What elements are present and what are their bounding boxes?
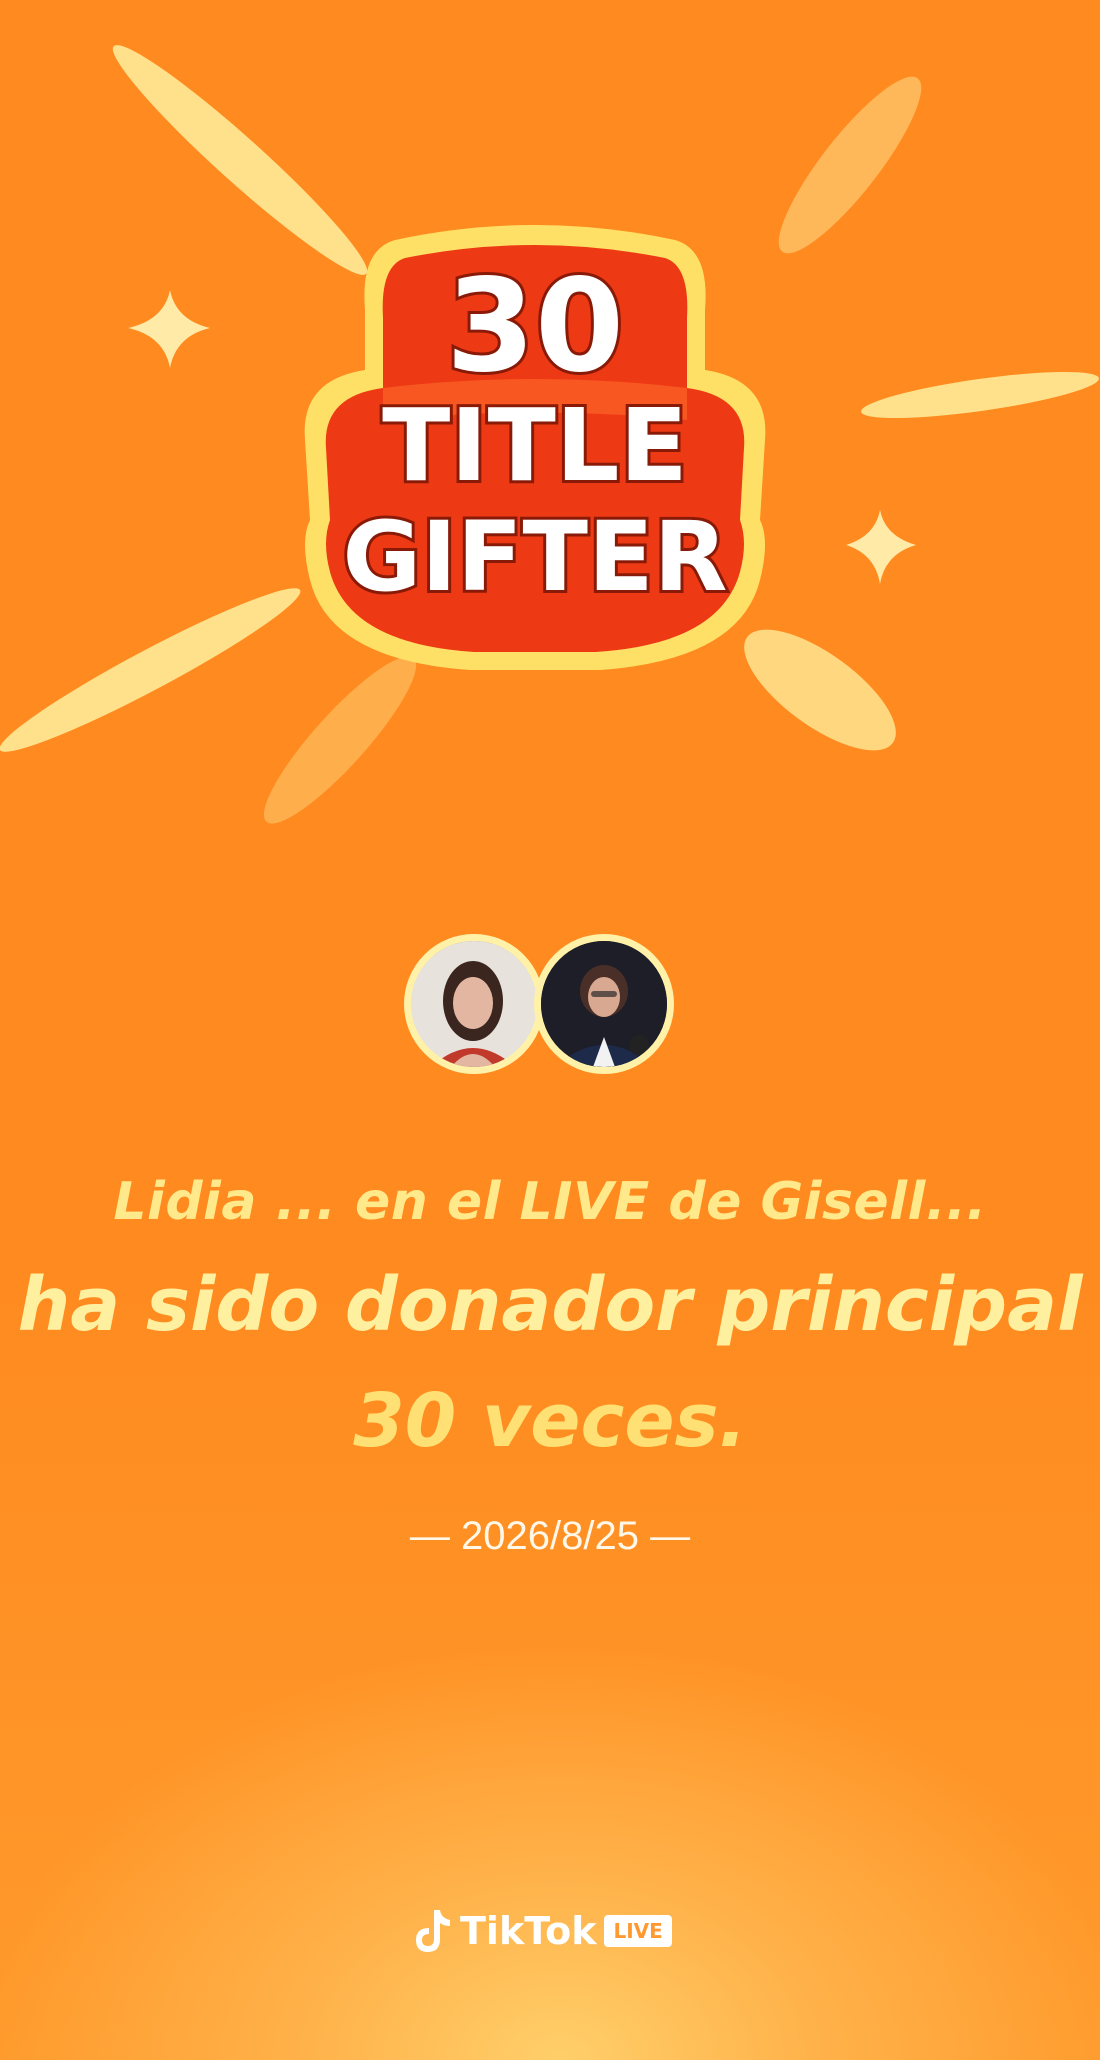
host-avatar[interactable] [534, 934, 674, 1074]
sparkle-left-icon [128, 290, 210, 368]
title-gifter-badge: 30 TITLE GIFTER [300, 220, 770, 690]
ray-bottom-left [0, 588, 301, 752]
badge-line2: GIFTER [342, 501, 727, 613]
tiktok-live-logo: TikTok LIVE [412, 1906, 672, 1956]
badge-line1: TITLE [382, 387, 688, 504]
message-line-1: Lidia ... en el LIVE de Gisell... [113, 1172, 987, 1232]
badge-number: 30 [446, 252, 624, 401]
gifter-avatar[interactable] [404, 934, 544, 1074]
tiktok-note-icon [416, 1910, 450, 1952]
avatar-group [404, 934, 704, 1094]
message-line-2: ha sido donador principal [17, 1262, 1083, 1348]
ray-top-right [778, 76, 922, 254]
brand-name: TikTok [460, 1909, 597, 1953]
ray-right [861, 371, 1099, 419]
sparkle-right-icon [846, 510, 916, 584]
live-tag: LIVE [604, 1915, 672, 1947]
date-label: — 2026/8/25 — [409, 1514, 691, 1558]
message-line-3: 30 veces. [353, 1378, 747, 1464]
